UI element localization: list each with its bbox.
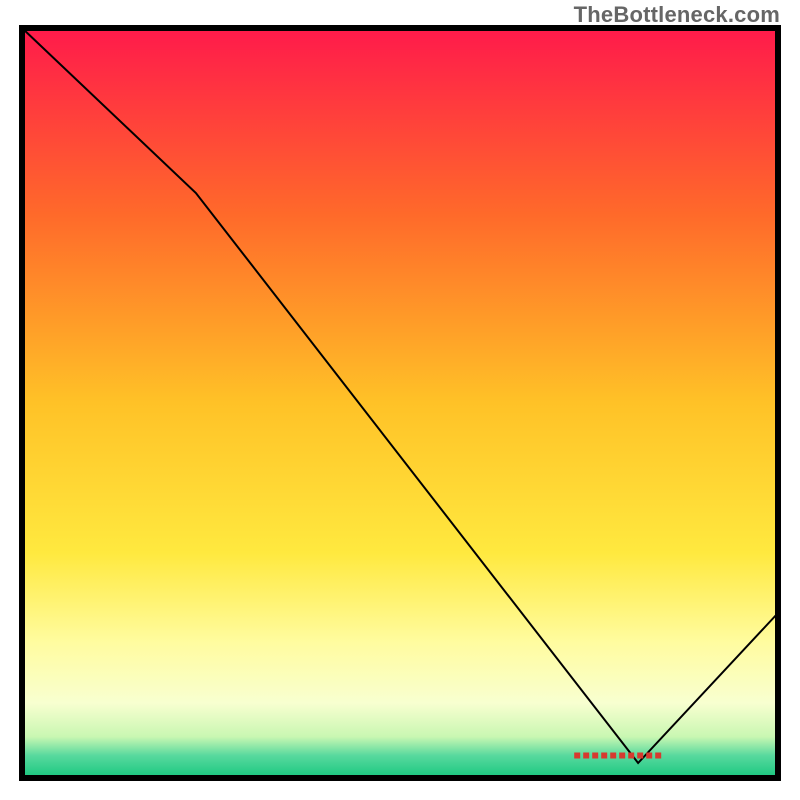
chart-container: TheBottleneck.com bbox=[0, 0, 800, 800]
plot-area bbox=[22, 28, 778, 778]
bottleneck-chart bbox=[0, 0, 800, 800]
gradient-background bbox=[22, 28, 778, 778]
